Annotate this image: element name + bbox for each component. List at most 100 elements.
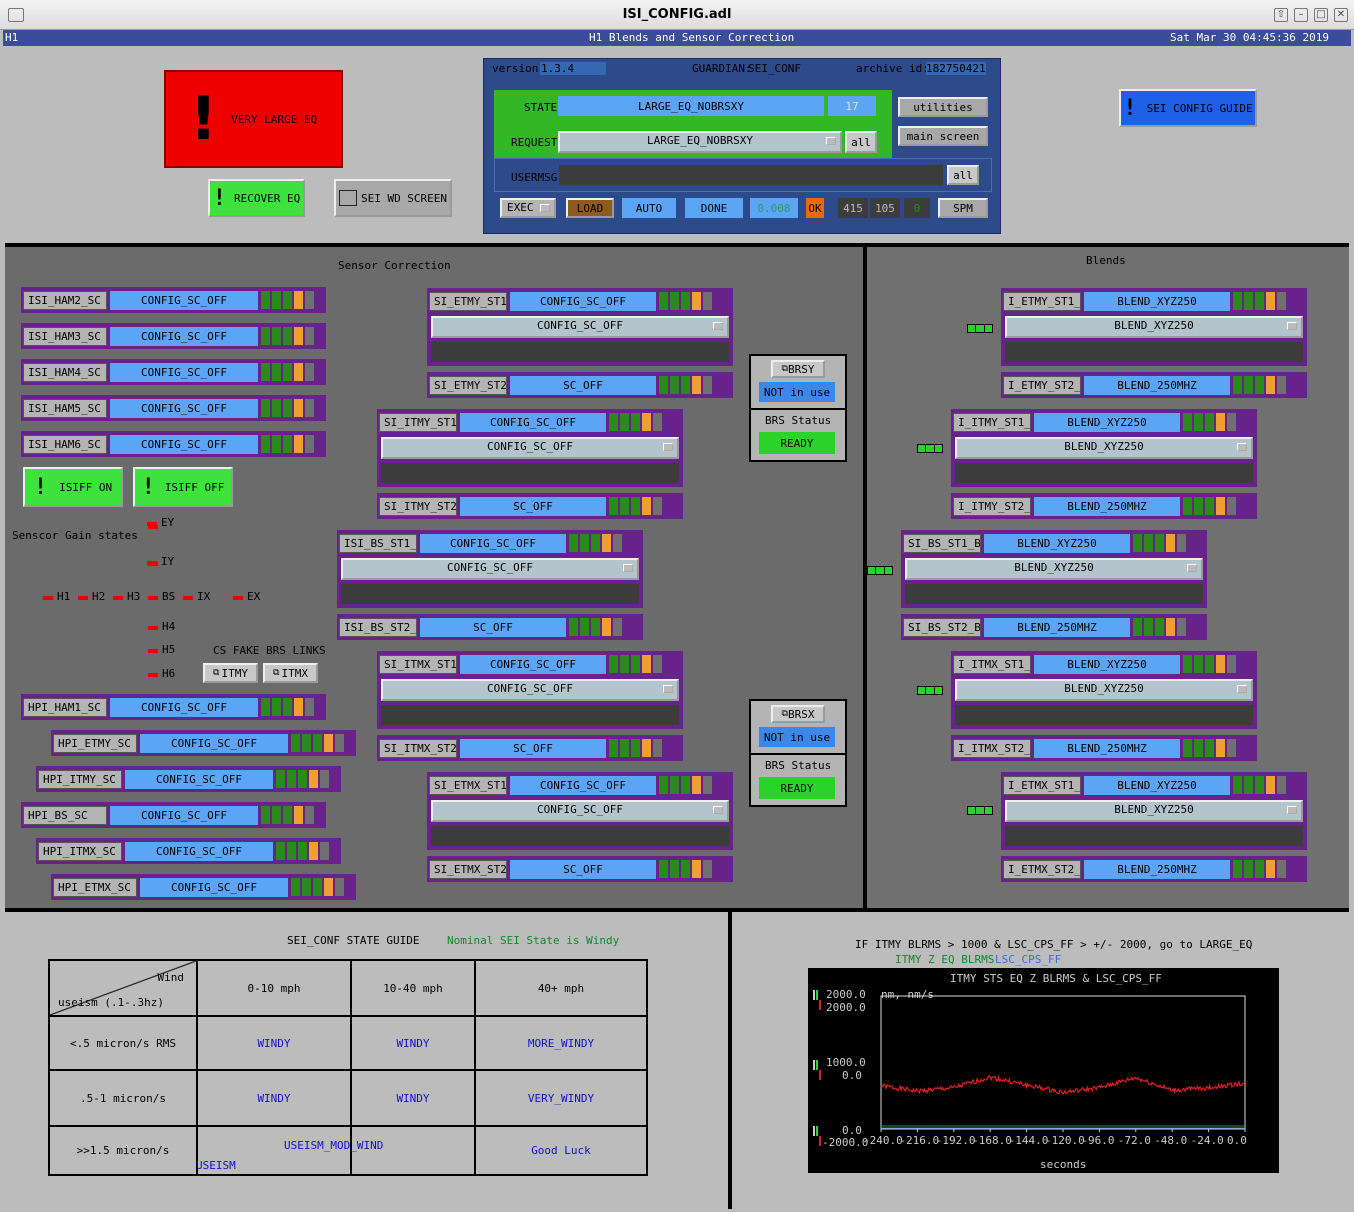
- stage-select[interactable]: BLEND_XYZ250: [1005, 316, 1303, 338]
- node-name[interactable]: ISI_BS_ST1_SC: [339, 533, 417, 553]
- hpi-sc-row[interactable]: HPI_ITMX_SC CONFIG_SC_OFF: [36, 838, 341, 864]
- hpi-sc-row[interactable]: HPI_ETMY_SC CONFIG_SC_OFF: [51, 730, 356, 756]
- node-name[interactable]: I_ITMX_ST1_BL: [953, 654, 1031, 674]
- stage-select[interactable]: BLEND_XYZ250: [905, 558, 1203, 580]
- stage2-row[interactable]: ISI_BS_ST2_SC SC_OFF: [337, 614, 643, 640]
- hpi-sc-row[interactable]: HPI_ETMX_SC CONFIG_SC_OFF: [51, 874, 356, 900]
- stage-select[interactable]: CONFIG_SC_OFF: [341, 558, 639, 580]
- stage2-row[interactable]: SI_ETMY_ST2_S SC_OFF: [427, 372, 733, 398]
- stage1-row[interactable]: SI_ETMX_ST1_S CONFIG_SC_OFF: [427, 772, 733, 798]
- node-name[interactable]: I_ITMX_ST2_BL: [953, 738, 1031, 758]
- recover-eq-button[interactable]: ! RECOVER EQ: [208, 179, 305, 217]
- stage1-row[interactable]: I_ETMY_ST1_BL BLEND_XYZ250: [1001, 288, 1307, 314]
- node-name[interactable]: ISI_HAM4_SC: [23, 362, 107, 382]
- node-state: SC_OFF: [510, 375, 656, 395]
- node-name[interactable]: I_ITMY_ST1_BL: [953, 412, 1031, 432]
- request-all-button[interactable]: all: [845, 131, 877, 153]
- window-up-icon[interactable]: ⇧: [1274, 8, 1288, 22]
- utilities-menu[interactable]: utilities: [898, 97, 988, 117]
- stage1-row[interactable]: SI_ETMY_ST1_S CONFIG_SC_OFF: [427, 288, 733, 314]
- node-name[interactable]: SI_BS_ST1_BLN: [903, 533, 981, 553]
- node-name[interactable]: I_ETMX_ST1_BL: [1003, 775, 1081, 795]
- isiff-on-button[interactable]: ! ISIFF ON: [23, 467, 123, 507]
- itmx-link-button[interactable]: ⧉ ITMX: [263, 663, 318, 683]
- stage1-row[interactable]: ISI_BS_ST1_SC CONFIG_SC_OFF: [337, 530, 643, 556]
- done-indicator: DONE: [685, 198, 743, 218]
- stage1-row[interactable]: I_ITMY_ST1_BL BLEND_XYZ250: [951, 409, 1257, 435]
- sei-wd-screen-button[interactable]: SEI WD SCREEN: [334, 179, 452, 217]
- node-name[interactable]: SI_ITMY_ST2_S: [379, 496, 457, 516]
- isiff-off-button[interactable]: ! ISIFF OFF: [133, 467, 233, 507]
- stage-select[interactable]: BLEND_XYZ250: [955, 437, 1253, 459]
- node-name[interactable]: HPI_ETMY_SC: [53, 733, 137, 753]
- node-name[interactable]: HPI_BS_SC: [23, 805, 107, 825]
- node-name[interactable]: ISI_HAM5_SC: [23, 398, 107, 418]
- very-large-eq-alarm[interactable]: ! VERY LARGE EQ: [164, 70, 343, 168]
- stage2-row[interactable]: SI_ETMX_ST2_S SC_OFF: [427, 856, 733, 882]
- stage-select[interactable]: CONFIG_SC_OFF: [381, 437, 679, 459]
- stage2-row[interactable]: SI_ITMY_ST2_S SC_OFF: [377, 493, 683, 519]
- stage1-row[interactable]: SI_ITMX_ST1_S CONFIG_SC_OFF: [377, 651, 683, 677]
- node-name[interactable]: SI_BS_ST2_BLN: [903, 617, 981, 637]
- usermsg-all-button[interactable]: all: [947, 165, 979, 185]
- node-name[interactable]: ISI_HAM2_SC: [23, 290, 107, 310]
- node-name[interactable]: ISI_HAM6_SC: [23, 434, 107, 454]
- node-name[interactable]: HPI_ITMX_SC: [38, 841, 122, 861]
- stage1-row[interactable]: SI_BS_ST1_BLN BLEND_XYZ250: [901, 530, 1207, 556]
- hpi-sc-row[interactable]: HPI_ITMY_SC CONFIG_SC_OFF: [36, 766, 341, 792]
- load-button[interactable]: LOAD: [566, 198, 614, 218]
- node-name[interactable]: SI_ETMX_ST1_S: [429, 775, 507, 795]
- hpi-sc-row[interactable]: HPI_BS_SC CONFIG_SC_OFF: [21, 802, 326, 828]
- node-name[interactable]: HPI_HAM1_SC: [23, 697, 107, 717]
- stage-select[interactable]: CONFIG_SC_OFF: [431, 316, 729, 338]
- window-menu-icon[interactable]: [8, 8, 24, 22]
- isi-sc-row[interactable]: ISI_HAM5_SC CONFIG_SC_OFF: [21, 395, 326, 421]
- minimize-icon[interactable]: –: [1294, 8, 1308, 22]
- hpi-sc-row[interactable]: HPI_HAM1_SC CONFIG_SC_OFF: [21, 694, 326, 720]
- blend-indicator: [917, 444, 943, 453]
- node-name[interactable]: SI_ETMY_ST2_S: [429, 375, 507, 395]
- node-name[interactable]: SI_ITMX_ST2_S: [379, 738, 457, 758]
- node-name[interactable]: I_ETMX_ST2_BL: [1003, 859, 1081, 879]
- stage2-row[interactable]: I_ETMY_ST2_BL BLEND_250MHZ: [1001, 372, 1307, 398]
- stage-select[interactable]: BLEND_XYZ250: [955, 679, 1253, 701]
- stage1-row[interactable]: I_ITMX_ST1_BL BLEND_XYZ250: [951, 651, 1257, 677]
- close-icon[interactable]: ✕: [1334, 8, 1348, 22]
- node-name[interactable]: SI_ETMY_ST1_S: [429, 291, 507, 311]
- maximize-icon[interactable]: □: [1314, 8, 1328, 22]
- stage-select[interactable]: CONFIG_SC_OFF: [431, 800, 729, 822]
- sei-config-guide-button[interactable]: ! SEI CONFIG GUIDE: [1119, 89, 1257, 127]
- stage-select[interactable]: CONFIG_SC_OFF: [381, 679, 679, 701]
- stage1-row[interactable]: I_ETMX_ST1_BL BLEND_XYZ250: [1001, 772, 1307, 798]
- brsx-button[interactable]: ⧉ BRSX: [771, 705, 825, 723]
- node-name[interactable]: I_ETMY_ST2_BL: [1003, 375, 1081, 395]
- isi-sc-row[interactable]: ISI_HAM4_SC CONFIG_SC_OFF: [21, 359, 326, 385]
- spm-button[interactable]: SPM: [938, 198, 988, 218]
- stage-select[interactable]: BLEND_XYZ250: [1005, 800, 1303, 822]
- node-name[interactable]: HPI_ETMX_SC: [53, 877, 137, 897]
- itmy-link-button[interactable]: ⧉ ITMY: [203, 663, 258, 683]
- stage2-row[interactable]: SI_ITMX_ST2_S SC_OFF: [377, 735, 683, 761]
- isi-sc-row[interactable]: ISI_HAM3_SC CONFIG_SC_OFF: [21, 323, 326, 349]
- main-screen-button[interactable]: main screen: [898, 126, 988, 146]
- node-name[interactable]: I_ETMY_ST1_BL: [1003, 291, 1081, 311]
- node-name[interactable]: SI_ITMX_ST1_S: [379, 654, 457, 674]
- node-name[interactable]: SI_ETMX_ST2_S: [429, 859, 507, 879]
- node-name[interactable]: SI_ITMY_ST1_S: [379, 412, 457, 432]
- stage2-row[interactable]: I_ITMX_ST2_BL BLEND_250MHZ: [951, 735, 1257, 761]
- stage2-row[interactable]: SI_BS_ST2_BLN BLEND_250MHZ: [901, 614, 1207, 640]
- brsy-button[interactable]: ⧉ BRSY: [771, 360, 825, 378]
- node-name[interactable]: HPI_ITMY_SC: [38, 769, 122, 789]
- stage-select-value: CONFIG_SC_OFF: [536, 803, 624, 816]
- node-name[interactable]: ISI_BS_ST2_SC: [339, 617, 417, 637]
- isi-sc-row[interactable]: ISI_HAM2_SC CONFIG_SC_OFF: [21, 287, 326, 313]
- stage2-row[interactable]: I_ITMY_ST2_BL BLEND_250MHZ: [951, 493, 1257, 519]
- node-name[interactable]: I_ITMY_ST2_BL: [953, 496, 1031, 516]
- stage1-row[interactable]: SI_ITMY_ST1_S CONFIG_SC_OFF: [377, 409, 683, 435]
- isi-sc-row[interactable]: ISI_HAM6_SC CONFIG_SC_OFF: [21, 431, 326, 457]
- request-select[interactable]: LARGE_EQ_NOBRSXY: [558, 131, 842, 153]
- gain-indicator: [233, 596, 243, 600]
- node-name[interactable]: ISI_HAM3_SC: [23, 326, 107, 346]
- stage2-row[interactable]: I_ETMX_ST2_BL BLEND_250MHZ: [1001, 856, 1307, 882]
- exec-menu[interactable]: EXEC: [500, 198, 556, 218]
